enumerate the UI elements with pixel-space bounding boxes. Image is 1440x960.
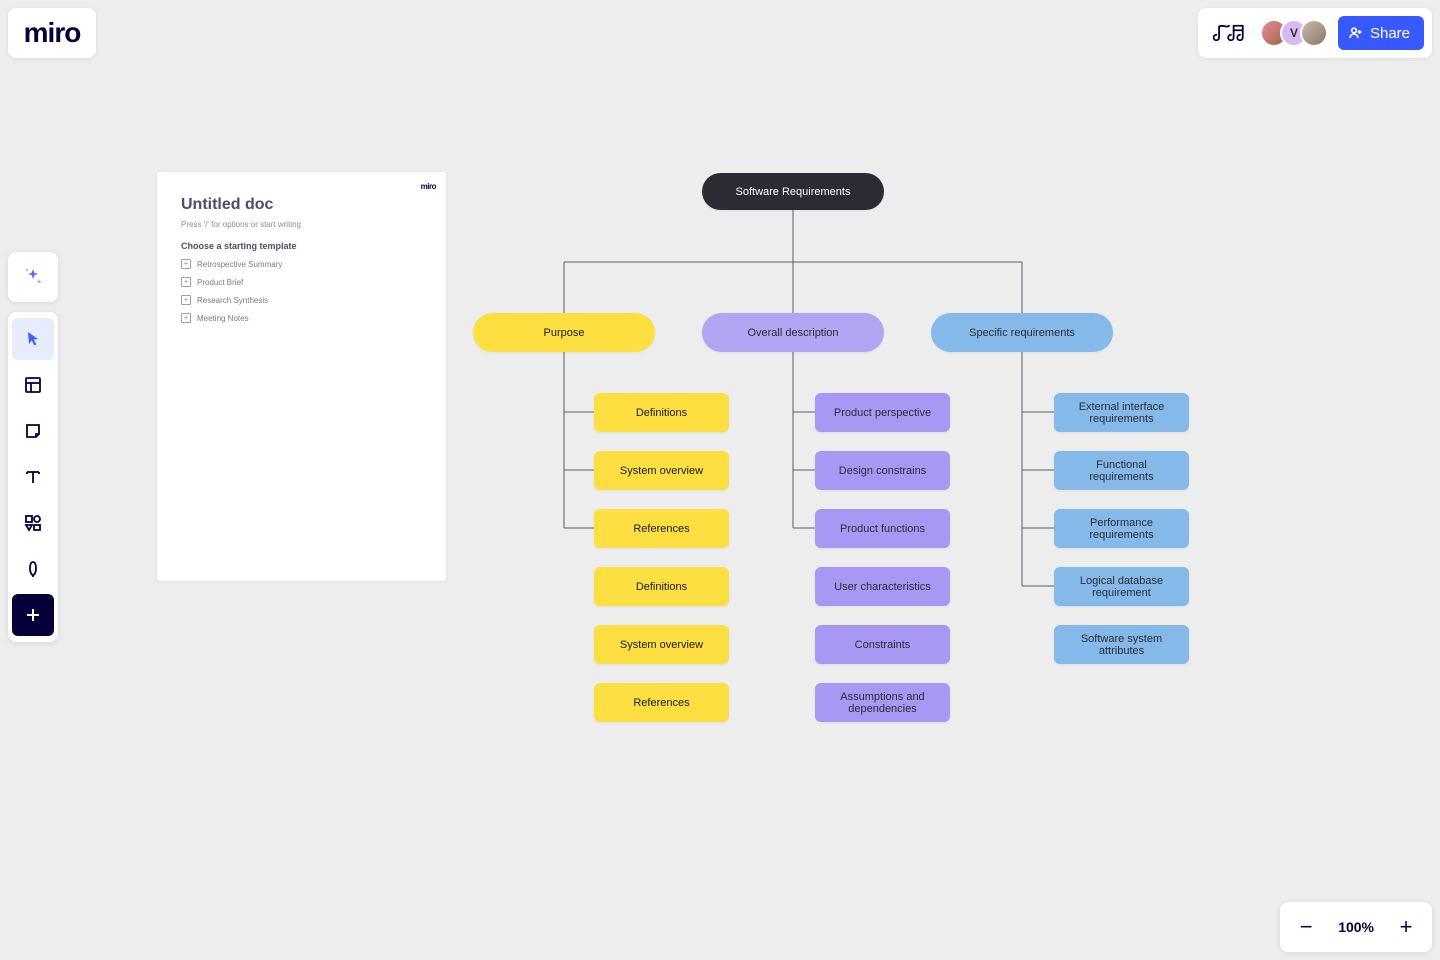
template-item[interactable]: Meeting Notes	[181, 313, 422, 323]
tree-leaf-node[interactable]: External interface requirements	[1054, 393, 1189, 432]
template-item[interactable]: Research Synthesis	[181, 295, 422, 305]
node-label: References	[633, 523, 689, 535]
tree-leaf-node[interactable]: Functional requirements	[1054, 451, 1189, 490]
presence-avatars[interactable]: V	[1260, 19, 1328, 47]
node-label: Product perspective	[834, 407, 931, 419]
tree-leaf-node[interactable]: Constraints	[815, 625, 950, 664]
tree-leaf-node[interactable]: References	[594, 509, 729, 548]
shapes-icon	[23, 513, 43, 533]
sticky-tool[interactable]	[12, 410, 54, 452]
template-add-icon	[181, 295, 191, 305]
tree-leaf-node[interactable]: References	[594, 683, 729, 722]
template-add-icon	[181, 277, 191, 287]
tree-branch-node[interactable]: Specific requirements	[931, 313, 1113, 352]
shapes-tool[interactable]	[12, 502, 54, 544]
template-label: Research Synthesis	[197, 296, 268, 305]
zoom-level[interactable]: 100%	[1338, 919, 1374, 935]
tree-leaf-node[interactable]: Design constrains	[815, 451, 950, 490]
left-toolbar	[8, 312, 58, 642]
doc-title[interactable]: Untitled doc	[181, 196, 422, 214]
app-logo[interactable]: miro	[8, 8, 96, 58]
node-label: Constraints	[855, 639, 911, 651]
node-label: Software Requirements	[736, 186, 851, 198]
select-tool[interactable]	[12, 318, 54, 360]
template-add-icon	[181, 313, 191, 323]
node-label: User characteristics	[834, 581, 931, 593]
text-icon	[23, 467, 43, 487]
tree-leaf-node[interactable]: Definitions	[594, 567, 729, 606]
node-label: System overview	[620, 639, 703, 651]
tree-leaf-node[interactable]: System overview	[594, 451, 729, 490]
tree-leaf-node[interactable]: System overview	[594, 625, 729, 664]
tree-leaf-node[interactable]: User characteristics	[815, 567, 950, 606]
tree-branch-node[interactable]: Overall description	[702, 313, 884, 352]
node-label: Performance requirements	[1064, 517, 1179, 541]
tree-leaf-node[interactable]: Product functions	[815, 509, 950, 548]
pen-tool[interactable]	[12, 548, 54, 590]
tree-leaf-node[interactable]: Definitions	[594, 393, 729, 432]
node-label: Product functions	[840, 523, 925, 535]
node-label: Specific requirements	[969, 327, 1075, 339]
template-tool[interactable]	[12, 364, 54, 406]
node-label: Definitions	[636, 407, 687, 419]
template-label: Meeting Notes	[197, 314, 249, 323]
node-label: Purpose	[544, 327, 585, 339]
doc-choose-label: Choose a starting template	[181, 241, 422, 251]
template-label: Retrospective Summary	[197, 260, 282, 269]
document-panel[interactable]: miro Untitled doc Press '/' for options …	[157, 172, 446, 581]
avatar-initial: V	[1290, 26, 1298, 40]
app-logo-text: miro	[24, 17, 81, 49]
share-people-icon	[1348, 25, 1364, 41]
template-add-icon	[181, 259, 191, 269]
sparkle-icon	[21, 265, 45, 289]
tree-root-node[interactable]: Software Requirements	[702, 173, 884, 210]
plus-icon	[24, 606, 42, 624]
tree-leaf-node[interactable]: Logical database requirement	[1054, 567, 1189, 606]
cursor-icon	[23, 329, 43, 349]
sticky-note-icon	[23, 421, 43, 441]
node-label: Functional requirements	[1064, 459, 1179, 483]
node-label: External interface requirements	[1064, 401, 1179, 425]
share-button[interactable]: Share	[1338, 16, 1424, 50]
node-label: Software system attributes	[1064, 633, 1179, 657]
node-label: Definitions	[636, 581, 687, 593]
node-label: Assumptions and dependencies	[825, 691, 940, 715]
node-label: Overall description	[747, 327, 838, 339]
zoom-out-button[interactable]: −	[1296, 917, 1316, 937]
tree-leaf-node[interactable]: Software system attributes	[1054, 625, 1189, 664]
layout-icon	[23, 375, 43, 395]
doc-hint: Press '/' for options or start writing	[181, 220, 422, 229]
doc-brand: miro	[421, 182, 436, 191]
add-tool[interactable]	[12, 594, 54, 636]
pen-icon	[23, 559, 43, 579]
node-label: Logical database requirement	[1064, 575, 1179, 599]
music-notes-icon[interactable]	[1210, 18, 1250, 48]
template-list: Retrospective Summary Product Brief Rese…	[181, 259, 422, 323]
node-label: System overview	[620, 465, 703, 477]
tree-leaf-node[interactable]: Performance requirements	[1054, 509, 1189, 548]
zoom-in-button[interactable]: +	[1396, 917, 1416, 937]
tree-leaf-node[interactable]: Product perspective	[815, 393, 950, 432]
template-item[interactable]: Retrospective Summary	[181, 259, 422, 269]
topbar: V Share	[1198, 8, 1432, 58]
node-label: Design constrains	[839, 465, 926, 477]
template-item[interactable]: Product Brief	[181, 277, 422, 287]
zoom-control: − 100% +	[1280, 902, 1432, 952]
node-label: References	[633, 697, 689, 709]
template-label: Product Brief	[197, 278, 243, 287]
ai-tool-button[interactable]	[8, 252, 58, 302]
share-label: Share	[1370, 25, 1410, 42]
tree-leaf-node[interactable]: Assumptions and dependencies	[815, 683, 950, 722]
avatar[interactable]	[1300, 19, 1328, 47]
tree-branch-node[interactable]: Purpose	[473, 313, 655, 352]
text-tool[interactable]	[12, 456, 54, 498]
